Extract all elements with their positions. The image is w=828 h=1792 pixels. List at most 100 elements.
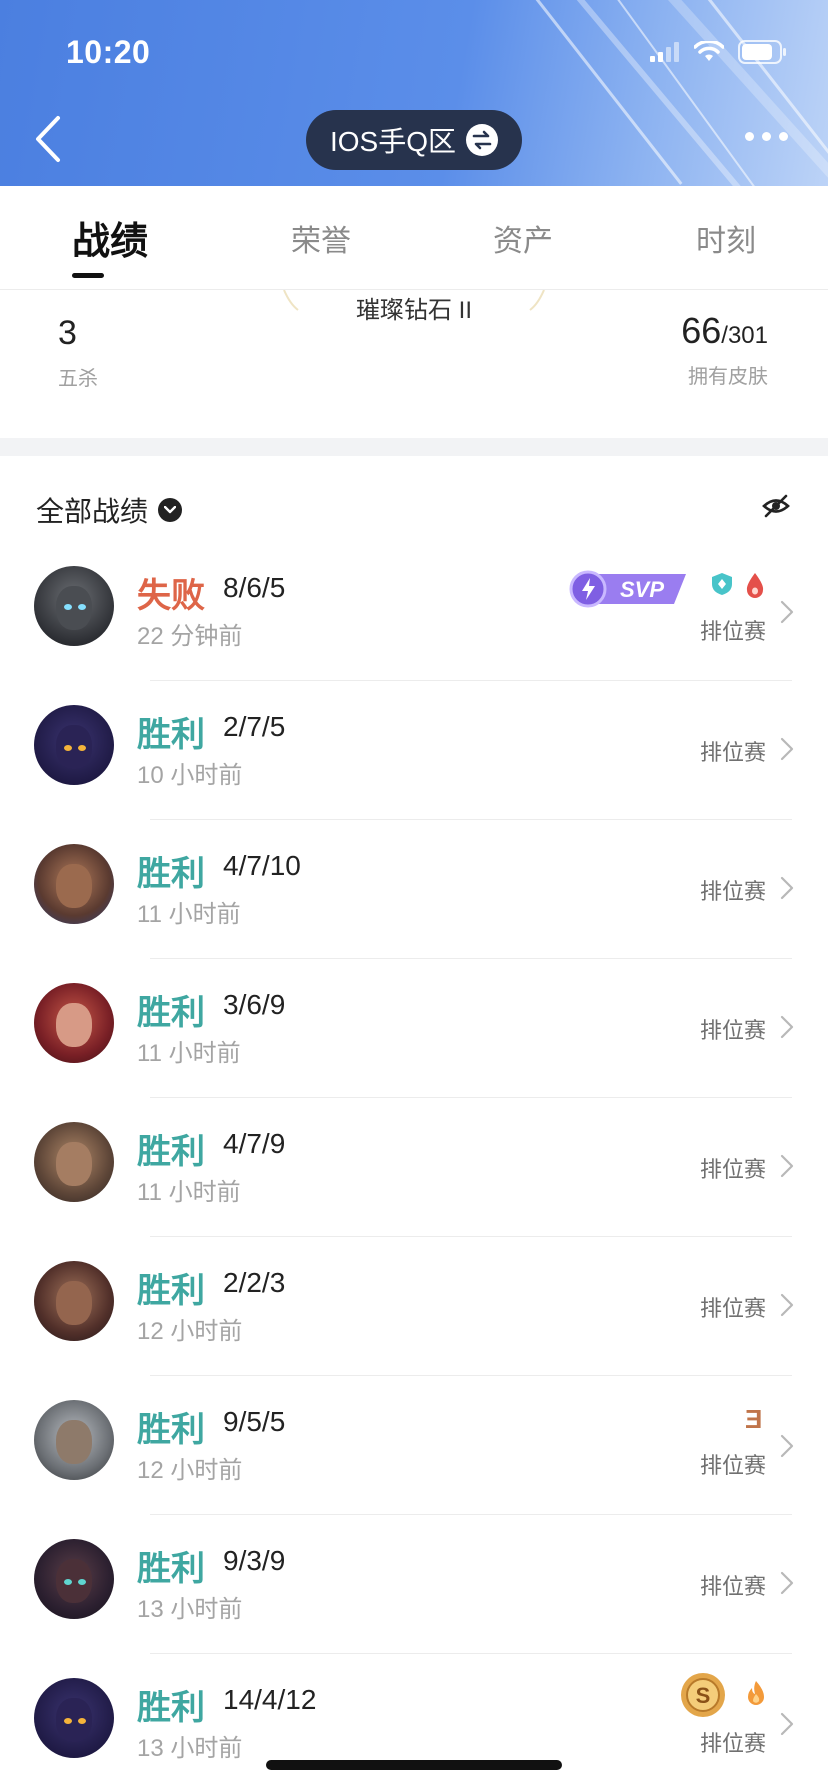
- match-time: 13 小时前: [137, 1735, 243, 1762]
- chevron-left-icon: [36, 116, 60, 162]
- chevron-right-icon: [780, 876, 794, 900]
- match-time: 13 小时前: [137, 1596, 243, 1623]
- tab-assets[interactable]: 资产: [493, 216, 553, 260]
- section-divider: [0, 438, 828, 456]
- drop-icon: [746, 573, 764, 598]
- wifi-icon: [694, 41, 724, 61]
- chevron-right-icon: [780, 1434, 794, 1458]
- match-kda: 9/3/9: [223, 1545, 286, 1576]
- top-header: 10:20 IOS手Q区: [0, 0, 828, 186]
- hero-avatar: [34, 705, 114, 785]
- coin-s-icon: S: [681, 1673, 725, 1717]
- hero-avatar: [34, 844, 114, 924]
- pentakill-value: 3: [58, 314, 77, 352]
- match-mode: 排位赛: [699, 1453, 766, 1478]
- match-kda: 2/2/3: [223, 1267, 286, 1298]
- match-mode: 排位赛: [699, 879, 766, 904]
- back-button[interactable]: [30, 112, 70, 166]
- shield-icon: [712, 573, 732, 595]
- match-result: 胜利: [137, 716, 205, 754]
- match-time: 11 小时前: [137, 1040, 241, 1067]
- active-tab-indicator: [72, 273, 104, 278]
- chevron-right-icon: [780, 1293, 794, 1317]
- match-time: 12 小时前: [137, 1457, 243, 1484]
- match-mode: 排位赛: [699, 619, 766, 644]
- match-result: 胜利: [137, 1689, 205, 1727]
- record-filter-dropdown[interactable]: 全部战绩: [36, 490, 183, 530]
- tab-bar: 战绩 荣誉 资产 时刻: [0, 186, 828, 290]
- hero-avatar: [34, 1539, 114, 1619]
- match-result: 胜利: [137, 994, 205, 1032]
- match-result: 失败: [137, 577, 205, 615]
- status-time: 10:20: [66, 34, 151, 70]
- match-result: 胜利: [137, 1411, 205, 1449]
- match-row[interactable]: 胜利 2/2/3 12 小时前 排位赛: [0, 1237, 828, 1376]
- match-result: 胜利: [137, 1550, 205, 1588]
- hero-avatar: [34, 983, 114, 1063]
- match-time: 10 小时前: [137, 762, 243, 789]
- battery-icon: [738, 40, 786, 64]
- tab-moments[interactable]: 时刻: [696, 216, 756, 260]
- match-row[interactable]: 胜利 4/7/9 11 小时前 排位赛: [0, 1098, 828, 1237]
- more-dot-icon: [779, 132, 788, 141]
- chevron-right-icon: [780, 1154, 794, 1178]
- match-time: 11 小时前: [137, 901, 241, 928]
- chevron-right-icon: [780, 1571, 794, 1595]
- match-mode: 排位赛: [699, 740, 766, 765]
- match-mode: 排位赛: [699, 1574, 766, 1599]
- chevron-right-icon: [780, 1015, 794, 1039]
- match-result: 胜利: [137, 1133, 205, 1171]
- match-mode: 排位赛: [699, 1296, 766, 1321]
- match-row[interactable]: 胜利 9/5/5 12 小时前 Ǝ 排位赛: [0, 1376, 828, 1515]
- tab-honor[interactable]: 荣誉: [291, 216, 351, 260]
- swap-icon: [466, 124, 498, 156]
- match-row[interactable]: 胜利 9/3/9 13 小时前 排位赛: [0, 1515, 828, 1654]
- status-icons: [650, 40, 788, 64]
- match-mode: 排位赛: [699, 1018, 766, 1043]
- match-row[interactable]: 失败 8/6/5 22 分钟前 SVP 排位赛: [0, 542, 828, 681]
- caret-down-icon: [158, 498, 183, 522]
- match-kda: 8/6/5: [223, 572, 286, 603]
- chevron-right-icon: [780, 737, 794, 761]
- skins-stat[interactable]: 66/301 拥有皮肤: [681, 310, 768, 389]
- server-name: IOS手Q区: [329, 126, 456, 157]
- fire-icon: [748, 1681, 764, 1705]
- match-kda: 14/4/12: [223, 1684, 317, 1715]
- more-button[interactable]: [745, 132, 788, 141]
- match-row[interactable]: 胜利 3/6/9 11 小时前 排位赛: [0, 959, 828, 1098]
- hero-avatar: [34, 1122, 114, 1202]
- match-row[interactable]: 胜利 14/4/12 13 小时前 S 排位赛: [0, 1654, 828, 1792]
- match-row[interactable]: 胜利 4/7/10 11 小时前 排位赛: [0, 820, 828, 959]
- svp-badge: SVP: [569, 570, 686, 608]
- match-kda: 4/7/9: [223, 1128, 286, 1159]
- match-time: 12 小时前: [137, 1318, 243, 1345]
- match-kda: 2/7/5: [223, 711, 286, 742]
- match-mode: 排位赛: [699, 1157, 766, 1182]
- match-time: 11 小时前: [137, 1179, 241, 1206]
- section-title: 全部战绩: [36, 496, 149, 527]
- svp-text: SVP: [620, 577, 664, 602]
- match-result: 胜利: [137, 855, 205, 893]
- home-indicator[interactable]: [266, 1760, 562, 1770]
- more-dot-icon: [745, 132, 754, 141]
- more-dot-icon: [762, 132, 771, 141]
- server-switch-button[interactable]: IOS手Q区: [306, 110, 522, 170]
- tab-record[interactable]: 战绩: [72, 210, 148, 265]
- match-mode: 排位赛: [699, 1731, 766, 1756]
- three-kill-badge: Ǝ: [745, 1404, 763, 1434]
- hero-avatar: [34, 566, 114, 646]
- match-kda: 3/6/9: [223, 989, 286, 1020]
- coin-text: S: [696, 1683, 711, 1708]
- stats-strip: 璀璨钻石 II 3 五杀 66/301 拥有皮肤: [0, 290, 828, 438]
- chevron-right-icon: [780, 600, 794, 624]
- hero-avatar: [34, 1400, 114, 1480]
- eye-hidden-icon[interactable]: [762, 494, 790, 518]
- match-row[interactable]: 胜利 2/7/5 10 小时前 排位赛: [0, 681, 828, 820]
- pentakill-label: 五杀: [58, 368, 98, 390]
- match-kda: 9/5/5: [223, 1406, 286, 1437]
- signal-icon: [650, 42, 679, 62]
- match-result: 胜利: [137, 1272, 205, 1310]
- match-kda: 4/7/10: [223, 850, 301, 881]
- skins-label: 拥有皮肤: [688, 366, 768, 388]
- skins-owned: 66: [681, 310, 722, 351]
